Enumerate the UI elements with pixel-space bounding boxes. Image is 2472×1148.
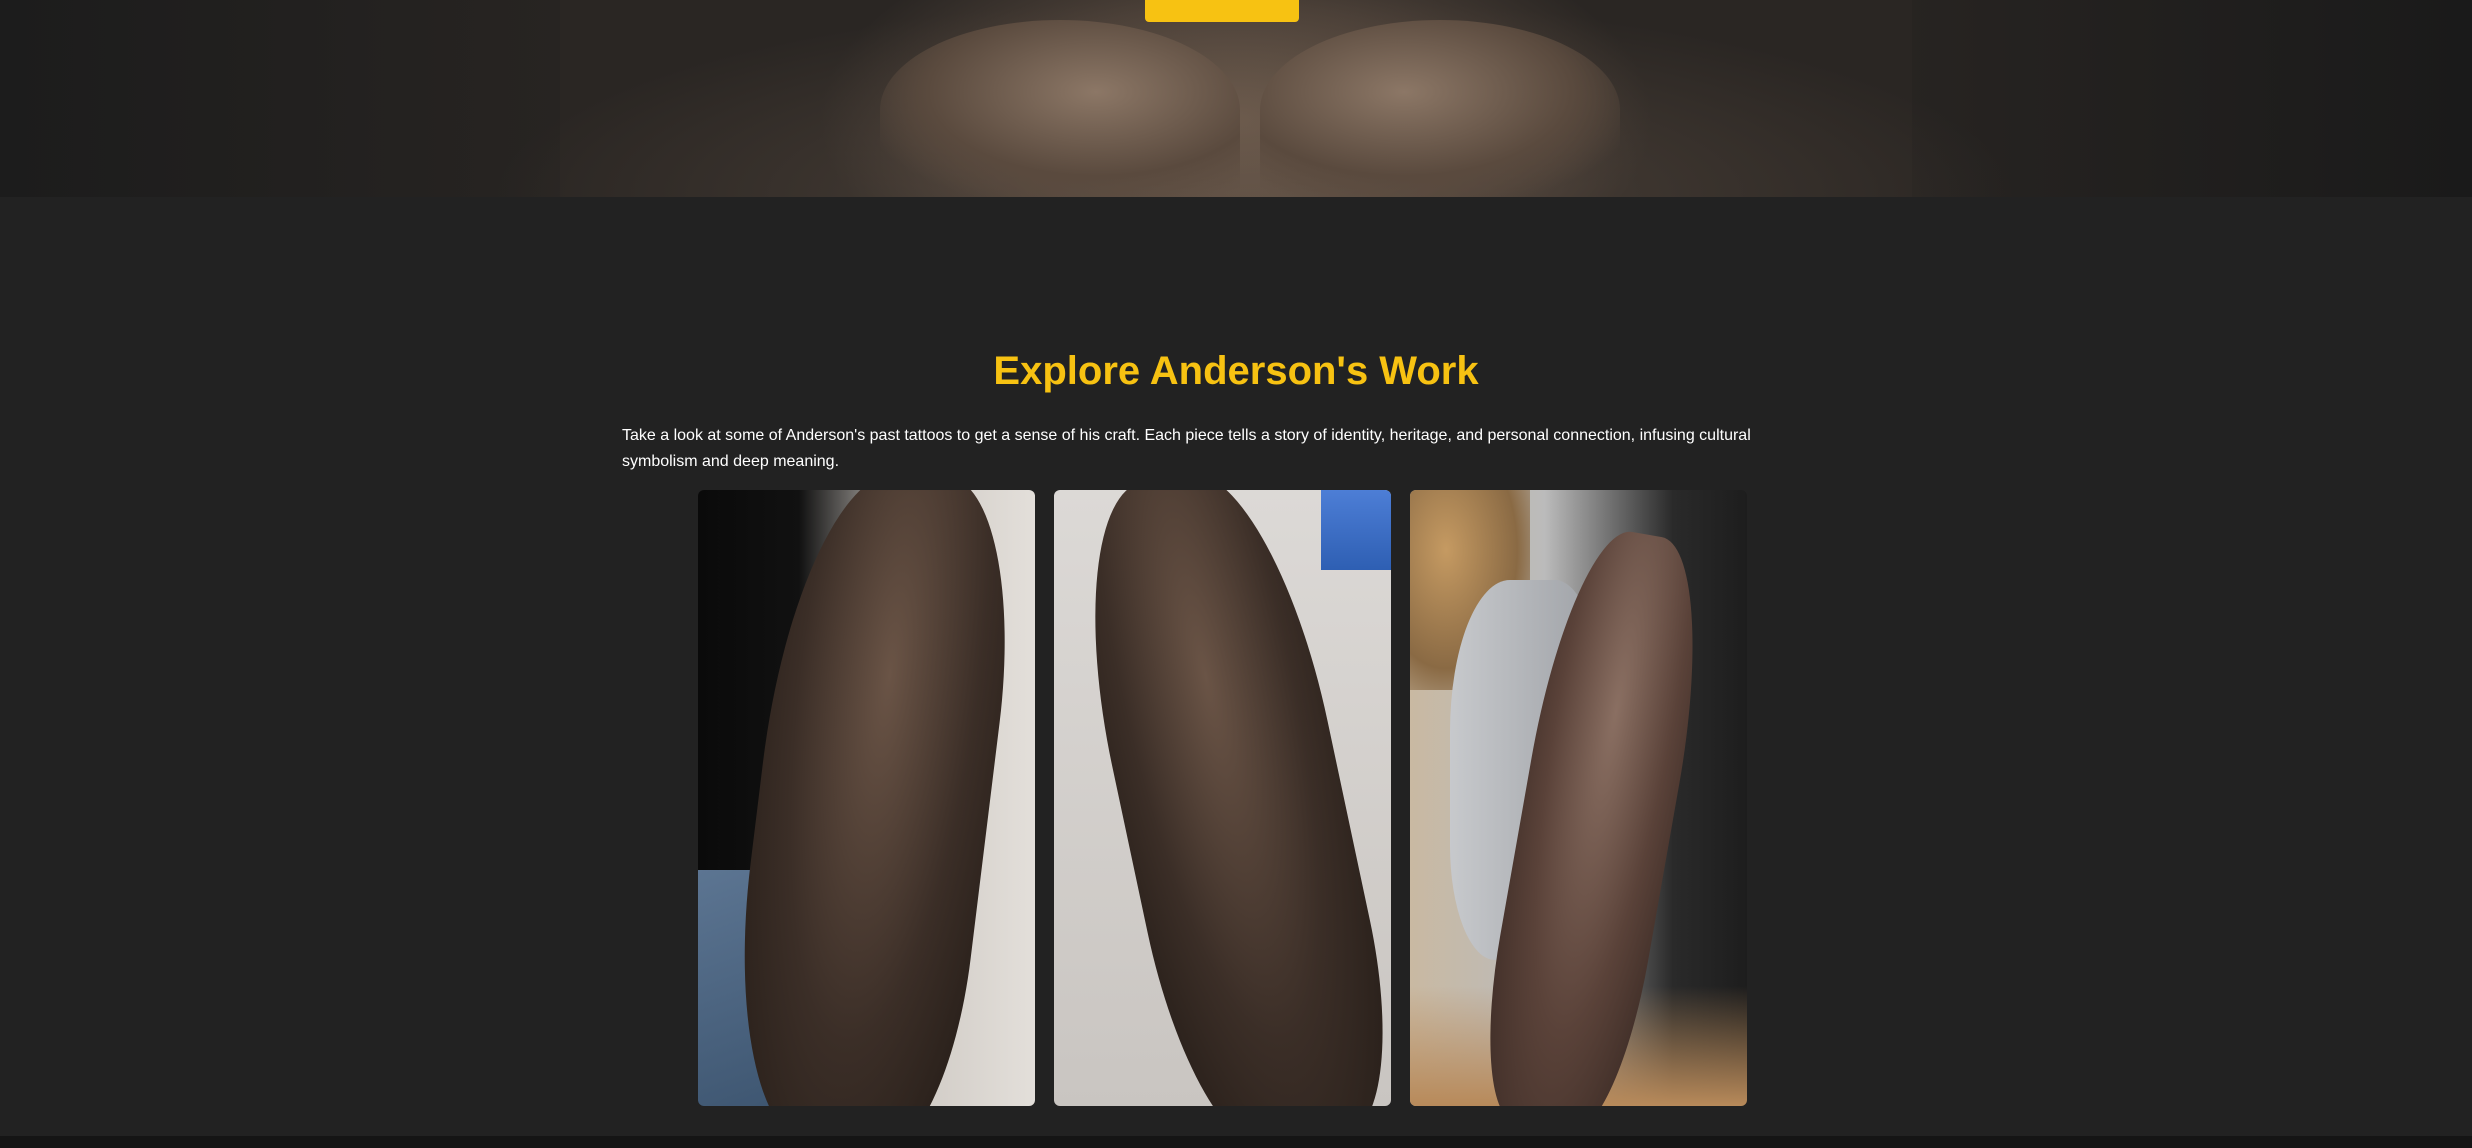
hero-figure-glow <box>490 0 2020 197</box>
tattoo-arm-shape <box>717 490 1029 1106</box>
gallery-image-forearm-lion-man[interactable] <box>1054 490 1391 1106</box>
tattoo-arm-shape <box>1055 490 1391 1106</box>
hero-banner <box>0 0 2472 197</box>
hero-hand-left <box>880 20 1240 197</box>
hero-cta-button[interactable] <box>1145 0 1299 22</box>
section-title: Explore Anderson's Work <box>993 349 1479 393</box>
gallery-image-sleeve-woman-rose[interactable] <box>1410 490 1747 1106</box>
footer-edge <box>0 1136 2472 1148</box>
hero-shade-left <box>0 0 560 197</box>
section-description: Take a look at some of Anderson's past t… <box>622 427 1751 470</box>
hero-hand-right <box>1260 20 1620 197</box>
gallery-image-forearm-warrior-woman[interactable] <box>698 490 1035 1106</box>
background-blue-shape <box>1321 490 1391 570</box>
tattoo-gallery <box>698 490 1748 1106</box>
